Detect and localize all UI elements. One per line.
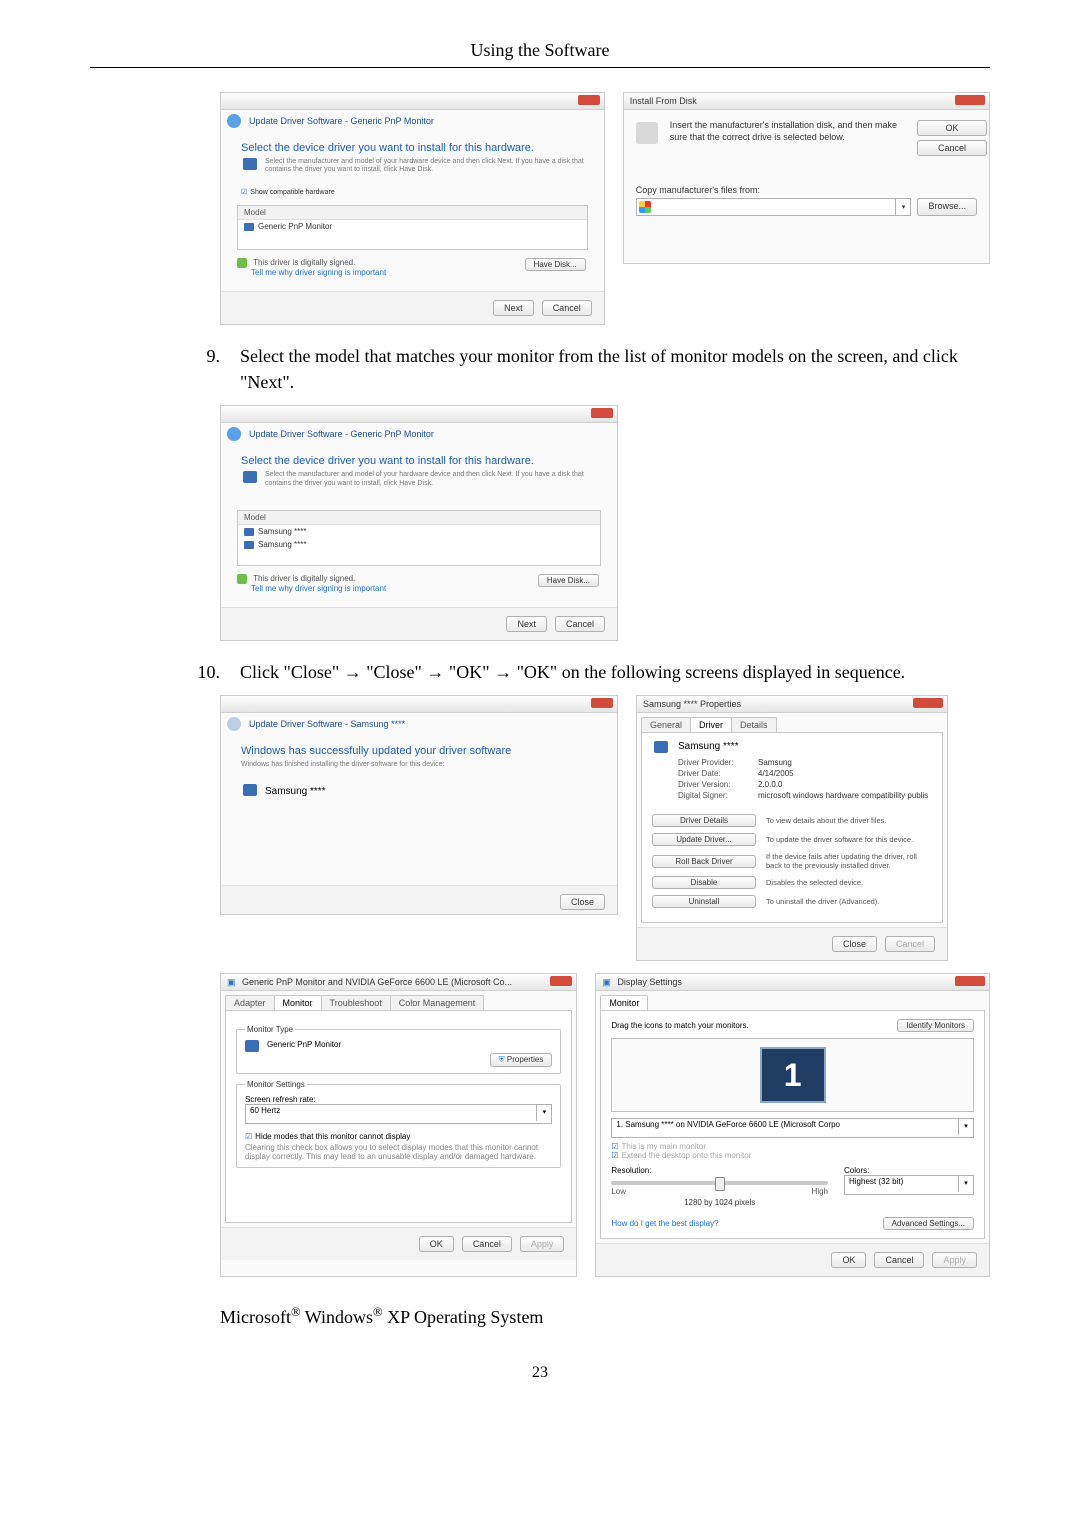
next-button[interactable]: Next bbox=[493, 300, 534, 316]
monitor-icon bbox=[243, 471, 257, 483]
dialog-select-model: Update Driver Software - Generic PnP Mon… bbox=[220, 405, 618, 641]
cancel-button[interactable]: Cancel bbox=[917, 140, 987, 156]
next-button[interactable]: Next bbox=[506, 616, 547, 632]
tab-general[interactable]: General bbox=[641, 717, 691, 732]
close-icon[interactable] bbox=[591, 698, 613, 708]
have-disk-button[interactable]: Have Disk... bbox=[538, 574, 599, 587]
monitor-1-icon[interactable]: 1 bbox=[760, 1047, 826, 1103]
apply-button: Apply bbox=[520, 1236, 565, 1252]
monitor-select[interactable]: 1. Samsung **** on NVIDIA GeForce 6600 L… bbox=[611, 1118, 974, 1138]
close-icon[interactable] bbox=[955, 95, 985, 105]
cancel-button[interactable]: Cancel bbox=[462, 1236, 512, 1252]
step-text: Click "Close" → "Close" → "OK" → "OK" on… bbox=[240, 659, 990, 685]
display-icon: ▣ bbox=[227, 977, 236, 987]
browse-button[interactable]: Browse... bbox=[917, 198, 977, 216]
cancel-button[interactable]: Cancel bbox=[874, 1252, 924, 1268]
dialog-monitor-tab: ▣ Generic PnP Monitor and NVIDIA GeForce… bbox=[220, 973, 577, 1277]
update-driver-button[interactable]: Update Driver... bbox=[652, 833, 756, 846]
monitor-icon bbox=[245, 1040, 259, 1052]
main-monitor-checkbox: This is my main monitor bbox=[611, 1142, 974, 1151]
ok-button[interactable]: OK bbox=[419, 1236, 454, 1252]
monitor-icon bbox=[243, 784, 257, 796]
advanced-settings-button[interactable]: Advanced Settings... bbox=[883, 1217, 974, 1230]
dialog-install-from-disk: Install From Disk Insert the manufacture… bbox=[623, 92, 990, 264]
ok-button[interactable]: OK bbox=[917, 120, 987, 136]
chevron-down-icon[interactable]: ▾ bbox=[958, 1119, 973, 1135]
close-icon[interactable] bbox=[591, 408, 613, 418]
chevron-down-icon[interactable]: ▾ bbox=[958, 1176, 973, 1192]
step-number: 9. bbox=[90, 343, 240, 395]
apply-button: Apply bbox=[932, 1252, 977, 1268]
driver-details-button[interactable]: Driver Details bbox=[652, 814, 756, 827]
uninstall-button[interactable]: Uninstall bbox=[652, 895, 756, 908]
chevron-down-icon[interactable]: ▾ bbox=[536, 1105, 551, 1121]
monitor-icon bbox=[654, 741, 668, 753]
tab-troubleshoot[interactable]: Troubleshoot bbox=[321, 995, 391, 1010]
dialog-update-driver: Update Driver Software - Generic PnP Mon… bbox=[220, 92, 605, 325]
resolution-slider[interactable] bbox=[611, 1181, 828, 1185]
hide-modes-checkbox[interactable]: Hide modes that this monitor cannot disp… bbox=[245, 1132, 552, 1141]
back-icon[interactable] bbox=[227, 427, 241, 441]
shield-icon: ⛨ bbox=[499, 1055, 505, 1064]
colors-select[interactable]: Highest (32 bit) ▾ bbox=[844, 1175, 974, 1195]
back-icon[interactable] bbox=[227, 114, 241, 128]
list-item[interactable]: Samsung **** bbox=[238, 538, 600, 551]
header-rule bbox=[90, 67, 990, 68]
tab-driver[interactable]: Driver bbox=[690, 717, 732, 732]
dialog-driver-properties: Samsung **** Properties General Driver D… bbox=[636, 695, 948, 961]
close-button[interactable]: Close bbox=[832, 936, 877, 952]
extend-desktop-checkbox: Extend the desktop onto this monitor bbox=[611, 1151, 974, 1160]
shield-icon bbox=[237, 258, 247, 268]
close-icon[interactable] bbox=[550, 976, 572, 986]
windows-icon bbox=[639, 201, 651, 213]
slider-handle[interactable] bbox=[715, 1177, 725, 1191]
list-item[interactable]: Generic PnP Monitor bbox=[238, 220, 587, 233]
disk-icon bbox=[636, 122, 658, 144]
dialog-heading: Select the device driver you want to ins… bbox=[221, 449, 617, 471]
show-compatible-checkbox[interactable]: Show compatible hardware bbox=[221, 189, 604, 201]
tab-monitor[interactable]: Monitor bbox=[600, 995, 648, 1010]
monitor-layout-area[interactable]: 1 bbox=[611, 1038, 974, 1112]
dialog-heading: Windows has successfully updated your dr… bbox=[221, 739, 617, 761]
back-icon bbox=[227, 717, 241, 731]
refresh-rate-select[interactable]: 60 Hertz ▾ bbox=[245, 1104, 552, 1124]
step-text: Select the model that matches your monit… bbox=[240, 343, 990, 395]
close-button[interactable]: Close bbox=[560, 894, 605, 910]
cancel-button: Cancel bbox=[885, 936, 935, 952]
chevron-down-icon[interactable]: ▾ bbox=[895, 199, 910, 215]
list-item[interactable]: Samsung **** bbox=[238, 525, 600, 538]
rollback-driver-button[interactable]: Roll Back Driver bbox=[652, 855, 756, 868]
dialog-update-success: Update Driver Software - Samsung **** Wi… bbox=[220, 695, 618, 915]
disable-button[interactable]: Disable bbox=[652, 876, 756, 889]
cancel-button[interactable]: Cancel bbox=[542, 300, 592, 316]
identify-monitors-button[interactable]: Identify Monitors bbox=[897, 1019, 974, 1032]
ok-button[interactable]: OK bbox=[831, 1252, 866, 1268]
close-icon[interactable] bbox=[578, 95, 600, 105]
dialog-heading: Select the device driver you want to ins… bbox=[221, 136, 604, 158]
cancel-button[interactable]: Cancel bbox=[555, 616, 605, 632]
tab-adapter[interactable]: Adapter bbox=[225, 995, 275, 1010]
signing-link[interactable]: Tell me why driver signing is important bbox=[251, 268, 386, 277]
os-note: Microsoft® Windows® XP Operating System bbox=[220, 1305, 990, 1328]
step-number: 10. bbox=[90, 659, 240, 685]
properties-button[interactable]: ⛨ Properties bbox=[490, 1053, 553, 1067]
tab-monitor[interactable]: Monitor bbox=[274, 995, 322, 1010]
tab-details[interactable]: Details bbox=[731, 717, 777, 732]
close-icon[interactable] bbox=[913, 698, 943, 708]
page-header: Using the Software bbox=[90, 40, 990, 61]
have-disk-button[interactable]: Have Disk... bbox=[525, 258, 586, 271]
best-display-link[interactable]: How do I get the best display? bbox=[611, 1219, 718, 1228]
close-icon[interactable] bbox=[955, 976, 985, 986]
monitor-icon bbox=[243, 158, 257, 170]
path-combobox[interactable]: ▾ bbox=[636, 198, 912, 216]
model-listbox[interactable]: Model Generic PnP Monitor bbox=[237, 205, 588, 250]
display-icon: ▣ bbox=[602, 977, 611, 987]
tab-color-management[interactable]: Color Management bbox=[390, 995, 485, 1010]
model-listbox[interactable]: Model Samsung **** Samsung **** bbox=[237, 510, 601, 566]
shield-icon bbox=[237, 574, 247, 584]
page-number: 23 bbox=[90, 1364, 990, 1382]
signing-link[interactable]: Tell me why driver signing is important bbox=[251, 584, 386, 593]
dialog-display-settings: ▣ Display Settings Monitor Drag the icon… bbox=[595, 973, 990, 1277]
